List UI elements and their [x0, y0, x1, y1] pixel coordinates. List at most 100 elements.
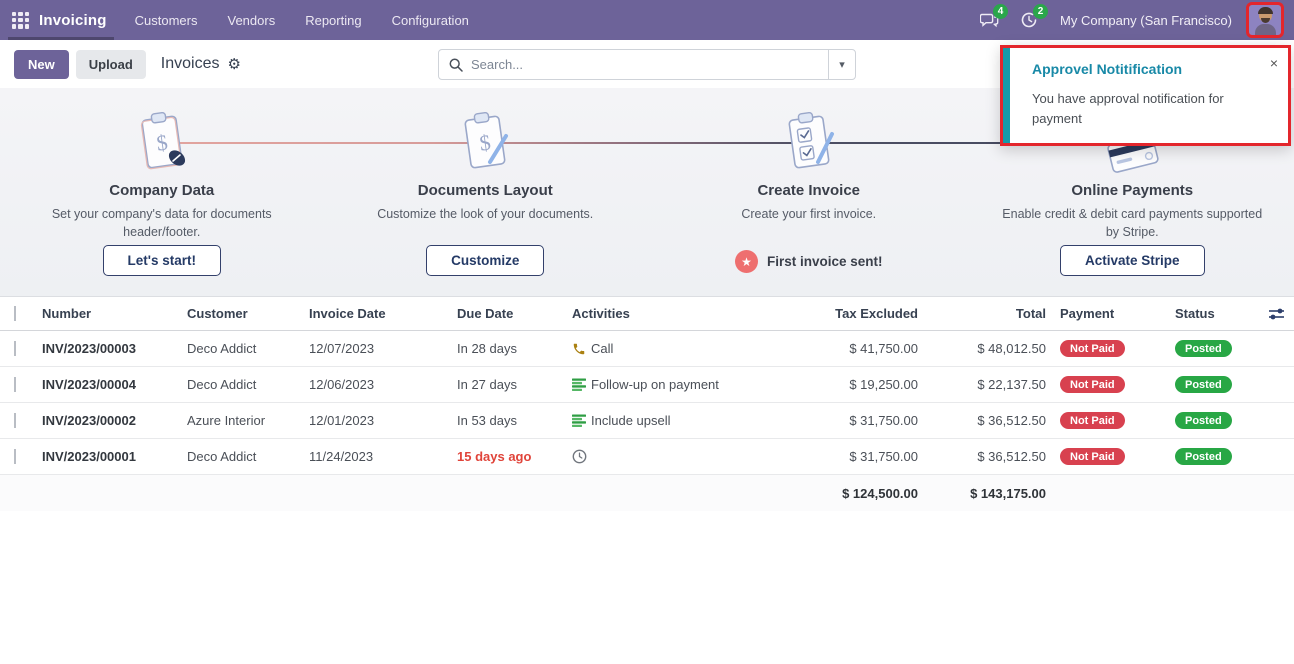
totals-row: $ 124,500.00 $ 143,175.00 — [0, 475, 1294, 511]
app-name[interactable]: Invoicing — [39, 12, 107, 29]
cell-number: INV/2023/00004 — [40, 377, 185, 392]
clipboard-dollar-icon: $ — [131, 110, 193, 174]
step-done-badge: ★ First invoice sent! — [735, 250, 883, 273]
cell-activity[interactable]: Include upsell — [570, 413, 770, 428]
cell-tax-excluded: $ 31,750.00 — [770, 449, 920, 464]
company-switcher[interactable]: My Company (San Francisco) — [1060, 13, 1232, 28]
activity-label: Follow-up on payment — [591, 377, 719, 392]
notification-close-icon[interactable]: × — [1270, 56, 1278, 70]
avatar-image — [1250, 5, 1280, 35]
row-checkbox[interactable] — [14, 413, 16, 428]
total-amount: $ 143,175.00 — [920, 486, 1048, 501]
invoice-list: Number Customer Invoice Date Due Date Ac… — [0, 297, 1294, 511]
cell-activity[interactable] — [570, 449, 770, 464]
menu-customers[interactable]: Customers — [133, 9, 200, 32]
cell-total: $ 36,512.50 — [920, 449, 1048, 464]
payment-status-badge: Not Paid — [1060, 376, 1125, 393]
col-payment[interactable]: Payment — [1048, 306, 1163, 321]
onboarding-step-documents-layout: $ Documents Layout Customize the look of… — [324, 110, 648, 296]
cell-total: $ 36,512.50 — [920, 413, 1048, 428]
col-invoice-date[interactable]: Invoice Date — [307, 306, 455, 321]
invoice-row[interactable]: INV/2023/00001 Deco Addict 11/24/2023 15… — [0, 439, 1294, 475]
cell-tax-excluded: $ 41,750.00 — [770, 341, 920, 356]
step-done-label: First invoice sent! — [767, 254, 883, 269]
cell-due-date: In 27 days — [455, 377, 570, 392]
onboarding-step-create-invoice: Create Invoice Create your first invoice… — [647, 110, 971, 296]
cell-customer: Deco Addict — [185, 341, 307, 356]
user-avatar[interactable] — [1246, 2, 1284, 38]
col-total[interactable]: Total — [920, 306, 1048, 321]
approval-notification-popup: Approvel Notitification × You have appro… — [1000, 45, 1291, 146]
col-due-date[interactable]: Due Date — [455, 306, 570, 321]
step-description: Enable credit & debit card payments supp… — [997, 205, 1267, 245]
notification-title: Approvel Notitification — [1032, 61, 1274, 77]
activities-icon[interactable]: 2 — [1016, 9, 1042, 31]
search-bar: ▾ — [438, 49, 856, 80]
cell-due-date: In 28 days — [455, 341, 570, 356]
menu-configuration[interactable]: Configuration — [390, 9, 471, 32]
col-customer[interactable]: Customer — [185, 306, 307, 321]
search-icon — [449, 58, 463, 72]
navbar-right: 4 2 My Company (San Francisco) — [976, 2, 1284, 38]
invoice-row[interactable]: INV/2023/00003 Deco Addict 12/07/2023 In… — [0, 331, 1294, 367]
cell-number: INV/2023/00003 — [40, 341, 185, 356]
upload-button[interactable]: Upload — [76, 50, 146, 79]
cell-total: $ 48,012.50 — [920, 341, 1048, 356]
lets-start-button[interactable]: Let's start! — [103, 245, 221, 276]
activity-label: Call — [591, 341, 613, 356]
step-description: Customize the look of your documents. — [377, 205, 593, 245]
activity-label: Include upsell — [591, 413, 671, 428]
activate-stripe-button[interactable]: Activate Stripe — [1060, 245, 1205, 276]
total-tax-excluded: $ 124,500.00 — [770, 486, 920, 501]
star-icon: ★ — [735, 250, 758, 273]
row-checkbox[interactable] — [14, 449, 16, 464]
cell-number: INV/2023/00001 — [40, 449, 185, 464]
col-status[interactable]: Status — [1163, 306, 1258, 321]
search-dropdown-toggle[interactable]: ▾ — [828, 50, 855, 79]
new-button[interactable]: New — [14, 50, 69, 79]
cell-invoice-date: 12/06/2023 — [307, 377, 455, 392]
list-icon — [572, 378, 586, 391]
caret-down-icon: ▾ — [839, 58, 845, 71]
cell-due-date: In 53 days — [455, 413, 570, 428]
phone-icon — [572, 342, 586, 356]
cell-activity[interactable]: Call — [570, 341, 770, 356]
cell-due-date-overdue: 15 days ago — [455, 449, 570, 464]
status-badge: Posted — [1175, 340, 1232, 357]
payment-status-badge: Not Paid — [1060, 340, 1125, 357]
messages-icon[interactable]: 4 — [976, 9, 1002, 31]
activities-badge: 2 — [1033, 4, 1048, 19]
top-navbar: Invoicing Customers Vendors Reporting Co… — [0, 0, 1294, 40]
onboarding-step-company-data: $ Company Data Set your company's data f… — [0, 110, 324, 296]
menu-reporting[interactable]: Reporting — [303, 9, 363, 32]
customize-button[interactable]: Customize — [426, 245, 544, 276]
invoice-row[interactable]: INV/2023/00002 Azure Interior 12/01/2023… — [0, 403, 1294, 439]
step-title: Create Invoice — [757, 182, 860, 199]
row-checkbox[interactable] — [14, 377, 16, 392]
step-title: Online Payments — [1071, 182, 1193, 199]
cell-total: $ 22,137.50 — [920, 377, 1048, 392]
table-header-row: Number Customer Invoice Date Due Date Ac… — [0, 297, 1294, 331]
optional-columns-icon[interactable] — [1268, 307, 1285, 321]
notification-body: You have approval notification for payme… — [1032, 89, 1272, 128]
step-description: Set your company's data for documents he… — [27, 205, 297, 245]
invoice-row[interactable]: INV/2023/00004 Deco Addict 12/06/2023 In… — [0, 367, 1294, 403]
cell-activity[interactable]: Follow-up on payment — [570, 377, 770, 392]
select-all-checkbox[interactable] — [14, 306, 16, 321]
payment-status-badge: Not Paid — [1060, 412, 1125, 429]
col-activities[interactable]: Activities — [570, 306, 770, 321]
view-settings-gear-icon[interactable]: ⚙ — [228, 55, 241, 73]
apps-grid-icon[interactable] — [12, 12, 29, 29]
clipboard-checklist-icon — [778, 110, 840, 174]
search-input[interactable] — [471, 57, 828, 72]
main-menu: Customers Vendors Reporting Configuratio… — [133, 9, 471, 32]
messages-badge: 4 — [993, 4, 1008, 19]
cell-customer: Deco Addict — [185, 449, 307, 464]
clipboard-dollar-icon: $ — [454, 110, 516, 174]
cell-invoice-date: 12/01/2023 — [307, 413, 455, 428]
menu-vendors[interactable]: Vendors — [226, 9, 278, 32]
status-badge: Posted — [1175, 448, 1232, 465]
row-checkbox[interactable] — [14, 341, 16, 356]
col-tax-excluded[interactable]: Tax Excluded — [770, 306, 920, 321]
col-number[interactable]: Number — [40, 306, 185, 321]
